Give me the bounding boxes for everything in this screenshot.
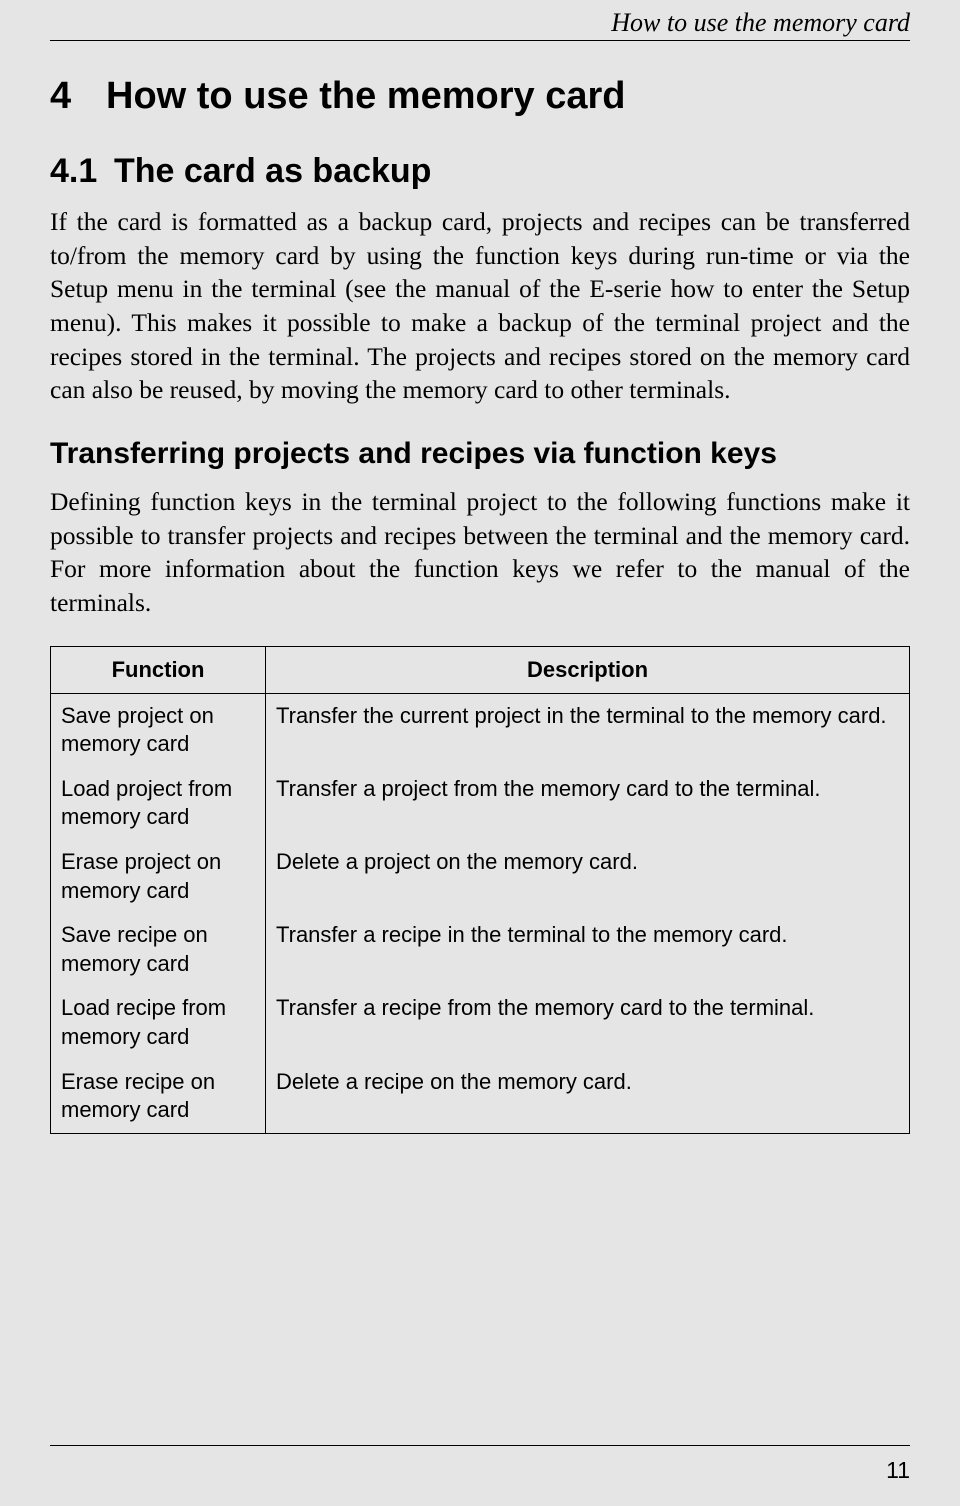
chapter-number: 4 xyxy=(50,75,106,118)
table-cell-function: Save recipe on memory card xyxy=(51,913,266,986)
table-cell-function: Erase recipe on memory card xyxy=(51,1060,266,1134)
table-cell-function: Save project on memory card xyxy=(51,693,266,767)
section-paragraph-1: If the card is formatted as a backup car… xyxy=(50,205,910,407)
table-cell-function: Load project from memory card xyxy=(51,767,266,840)
table-header-row: Function Description xyxy=(51,646,910,693)
section-number: 4.1 xyxy=(50,152,114,191)
table-cell-description: Transfer a project from the memory card … xyxy=(266,767,910,840)
footer-rule xyxy=(50,1445,910,1446)
table-row: Load recipe from memory card Transfer a … xyxy=(51,986,910,1059)
table-row: Save recipe on memory card Transfer a re… xyxy=(51,913,910,986)
table-row: Erase recipe on memory card Delete a rec… xyxy=(51,1060,910,1134)
table-cell-description: Transfer a recipe from the memory card t… xyxy=(266,986,910,1059)
chapter-title: How to use the memory card xyxy=(106,75,625,117)
chapter-heading: 4How to use the memory card xyxy=(50,75,910,118)
table-header-description: Description xyxy=(266,646,910,693)
table-row: Save project on memory card Transfer the… xyxy=(51,693,910,767)
function-table: Function Description Save project on mem… xyxy=(50,646,910,1134)
table-row: Load project from memory card Transfer a… xyxy=(51,767,910,840)
page-header: How to use the memory card xyxy=(50,0,910,41)
section-heading: 4.1The card as backup xyxy=(50,152,910,191)
subsection-heading: Transferring projects and recipes via fu… xyxy=(50,437,910,471)
page-number: 11 xyxy=(886,1457,910,1484)
table-cell-function: Load recipe from memory card xyxy=(51,986,266,1059)
table-cell-description: Transfer the current project in the term… xyxy=(266,693,910,767)
section-paragraph-2: Defining function keys in the terminal p… xyxy=(50,485,910,620)
running-title: How to use the memory card xyxy=(611,8,910,37)
table-cell-description: Delete a project on the memory card. xyxy=(266,840,910,913)
section-title: The card as backup xyxy=(114,152,431,190)
table-cell-description: Transfer a recipe in the terminal to the… xyxy=(266,913,910,986)
table-row: Erase project on memory card Delete a pr… xyxy=(51,840,910,913)
table-cell-description: Delete a recipe on the memory card. xyxy=(266,1060,910,1134)
table-header-function: Function xyxy=(51,646,266,693)
table-cell-function: Erase project on memory card xyxy=(51,840,266,913)
